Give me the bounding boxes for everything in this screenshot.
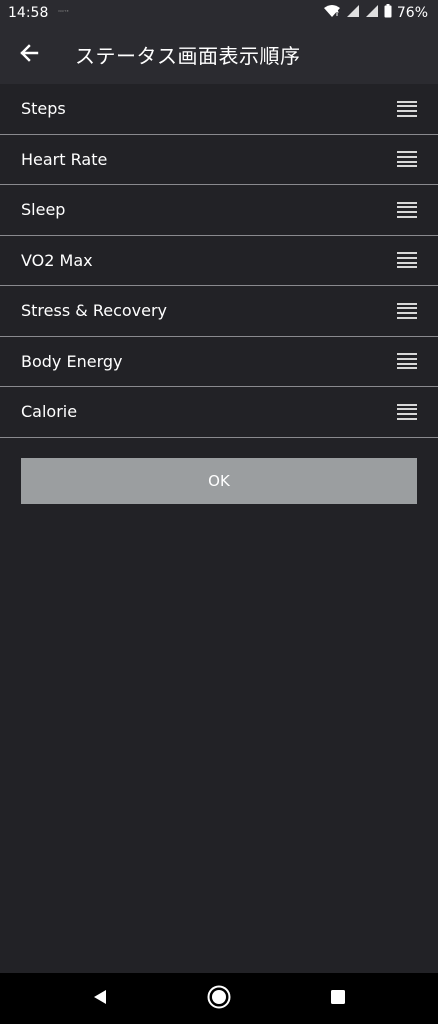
- home-circle-icon: [207, 985, 231, 1013]
- nav-recents-button[interactable]: [313, 973, 363, 1024]
- nav-back-button[interactable]: [75, 973, 125, 1024]
- list-item-steps[interactable]: Steps: [0, 84, 438, 135]
- drag-handle-icon[interactable]: [397, 403, 417, 420]
- list-item-sleep[interactable]: Sleep: [0, 185, 438, 236]
- list-item-calorie[interactable]: Calorie: [0, 387, 438, 438]
- list-item-body-energy[interactable]: Body Energy: [0, 337, 438, 387]
- back-button[interactable]: [0, 25, 60, 84]
- system-nav-bar: [0, 973, 438, 1024]
- drag-handle-icon[interactable]: [397, 353, 417, 370]
- status-time: 14:58: [8, 4, 49, 21]
- signal-icon: [346, 4, 360, 22]
- drag-handle-icon[interactable]: [397, 100, 417, 117]
- list-item-heart-rate[interactable]: Heart Rate: [0, 135, 438, 185]
- list-item-label: Heart Rate: [21, 149, 108, 169]
- list-item-label: Stress & Recovery: [21, 301, 168, 321]
- status-left: 14:58 ᴺᴼᵀᴱ: [8, 5, 69, 21]
- list-item-label: Calorie: [21, 402, 78, 422]
- page-title: ステータス画面表示順序: [75, 44, 301, 68]
- status-order-list: Steps Heart Rate Sleep VO2 Max Stress & …: [0, 84, 438, 438]
- app-bar: ステータス画面表示順序: [0, 25, 438, 84]
- list-item-label: Body Energy: [21, 351, 123, 371]
- drag-handle-icon[interactable]: [397, 252, 417, 269]
- status-bar: 14:58 ᴺᴼᵀᴱ 76%: [0, 0, 438, 25]
- list-item-label: Steps: [21, 99, 66, 119]
- recents-square-icon: [330, 989, 346, 1009]
- drag-handle-icon[interactable]: [397, 302, 417, 319]
- battery-icon: [384, 3, 392, 22]
- nav-home-button[interactable]: [194, 973, 244, 1024]
- status-notification-text: ᴺᴼᵀᴱ: [58, 9, 70, 16]
- arrow-left-icon: [19, 43, 39, 67]
- list-item-label: VO2 Max: [21, 250, 93, 270]
- list-item-label: Sleep: [21, 200, 66, 220]
- list-item-stress-recovery[interactable]: Stress & Recovery: [0, 286, 438, 337]
- ok-button[interactable]: OK: [21, 458, 417, 504]
- drag-handle-icon[interactable]: [397, 151, 417, 168]
- back-triangle-icon: [91, 988, 109, 1010]
- list-item-vo2-max[interactable]: VO2 Max: [0, 236, 438, 286]
- status-right: 76%: [323, 3, 428, 22]
- signal-icon: [365, 4, 379, 22]
- wifi-icon: [323, 4, 341, 22]
- battery-percent: 76%: [396, 4, 428, 21]
- drag-handle-icon[interactable]: [397, 201, 417, 218]
